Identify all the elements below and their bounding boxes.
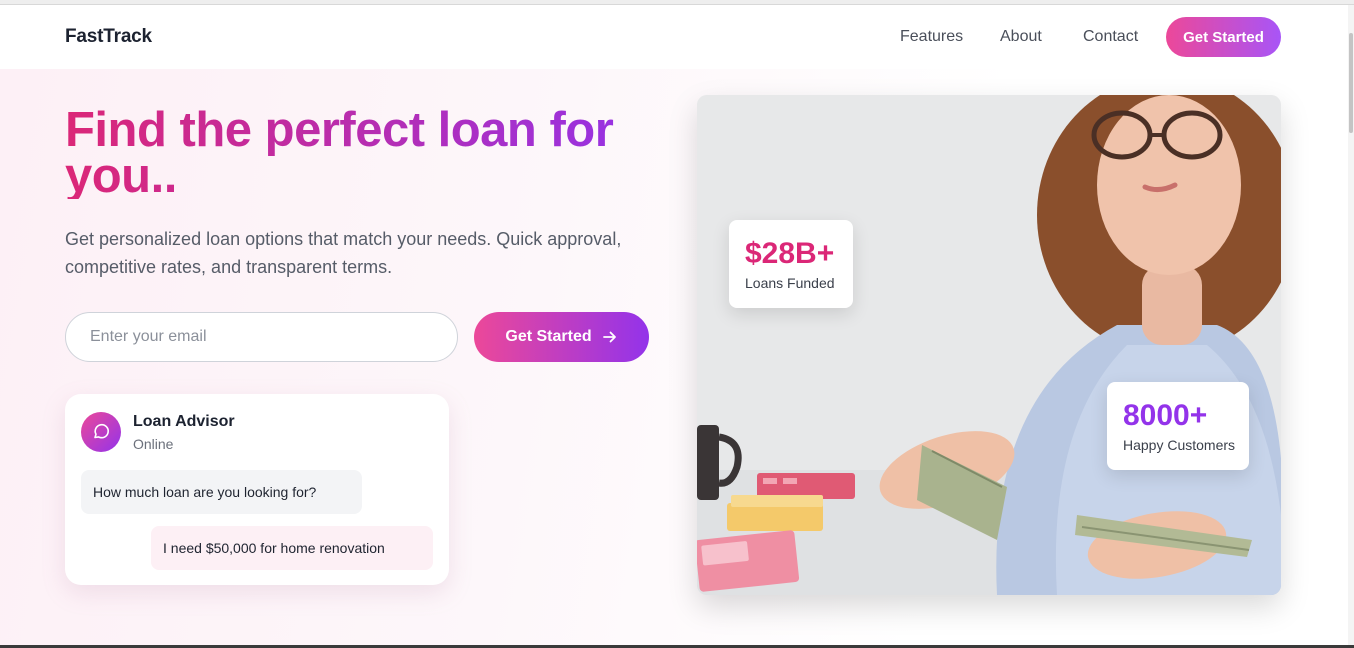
nav-link-about[interactable]: About (1000, 28, 1042, 46)
stat-value: 8000+ (1123, 399, 1208, 432)
stat-label: Happy Customers (1123, 437, 1236, 453)
hero-get-started-button[interactable]: Get Started (474, 312, 649, 362)
arrow-right-icon (602, 331, 616, 343)
navbar: FastTrack Features About Contact Get Sta… (0, 5, 1348, 69)
woman-counting-money-image (697, 95, 1281, 595)
stat-label: Loans Funded (745, 275, 835, 291)
hero-title: Find the perfect loan for you.. (65, 107, 665, 199)
nav-get-started-button[interactable]: Get Started (1166, 17, 1281, 57)
advisor-avatar (81, 412, 121, 452)
advisor-name: Loan Advisor (133, 413, 235, 430)
hero-photo: $28B+ Loans Funded 8000+ Happy Customers (697, 95, 1281, 595)
chat-message-advisor: How much loan are you looking for? (81, 470, 362, 514)
advisor-status: Online (133, 436, 174, 452)
scrollbar-thumb[interactable] (1349, 33, 1353, 133)
chat-card: Loan Advisor Online How much loan are yo… (65, 394, 449, 585)
hero-subtitle: Get personalized loan options that match… (65, 229, 622, 277)
message-circle-icon (94, 423, 109, 439)
chat-message-user: I need $50,000 for home renovation (151, 526, 433, 570)
email-input[interactable] (65, 312, 458, 362)
stat-value: $28B+ (745, 237, 835, 270)
brand-logo[interactable]: FastTrack (65, 26, 152, 48)
stat-card-happy-customers: 8000+ Happy Customers (1107, 382, 1249, 470)
stat-card-loans-funded: $28B+ Loans Funded (729, 220, 853, 308)
nav-link-features[interactable]: Features (900, 28, 963, 46)
hero-cta-label: Get Started (505, 328, 592, 345)
hero-section: Find the perfect loan for you.. Get pers… (0, 69, 1348, 648)
page-scrollbar[interactable] (1348, 5, 1354, 648)
nav-link-contact[interactable]: Contact (1083, 28, 1138, 46)
